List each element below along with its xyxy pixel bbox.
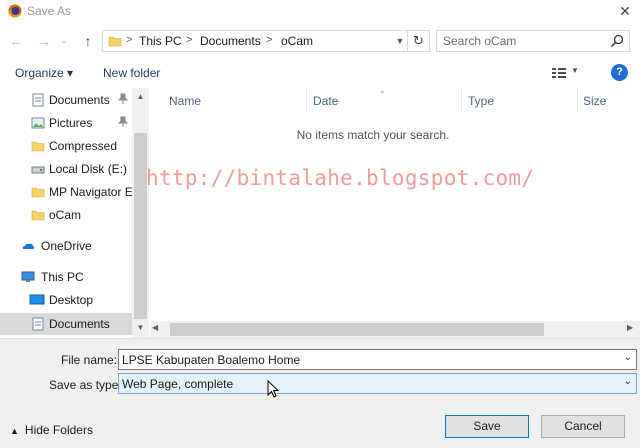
column-header-name[interactable]: Name [169, 94, 201, 108]
chevron-up-icon: ▲ [10, 426, 19, 436]
navigation-pane: Documents Pictures Compressed Local Disk… [0, 88, 149, 338]
search-box[interactable] [436, 30, 630, 52]
sidebar-scrollbar-thumb[interactable] [134, 133, 147, 319]
scroll-left-icon[interactable]: ◀ [152, 323, 158, 332]
save-button[interactable]: Save [445, 415, 529, 438]
save-as-type-label: Save as type: [49, 378, 122, 392]
folder-icon [31, 210, 45, 221]
onedrive-icon [22, 243, 35, 249]
scroll-right-icon[interactable]: ▶ [627, 323, 633, 332]
firefox-icon [8, 4, 22, 18]
sidebar-item-label: MP Navigator EX [49, 185, 141, 199]
search-input[interactable] [443, 34, 603, 48]
window-title: Save As [27, 4, 72, 18]
forward-button[interactable]: → [35, 32, 53, 50]
documents-icon [32, 317, 44, 331]
column-header-type[interactable]: Type [468, 94, 494, 108]
breadcrumb-documents[interactable]: Documents [200, 34, 261, 48]
save-as-type-select[interactable]: Web Page, complete ⌄ [118, 373, 637, 394]
folder-icon [31, 141, 45, 152]
sidebar-item-label: Pictures [49, 116, 93, 130]
command-bar [0, 60, 640, 86]
save-as-type-value: Web Page, complete [122, 377, 234, 391]
breadcrumb-separator: > [126, 34, 133, 46]
close-button[interactable]: ✕ [616, 2, 634, 20]
sidebar-item-mp-navigator[interactable]: MP Navigator EX [0, 181, 141, 203]
sidebar-item-compressed[interactable]: Compressed [0, 135, 132, 157]
pin-icon[interactable] [118, 116, 128, 128]
view-options-icon[interactable] [551, 66, 567, 80]
view-dropdown-icon[interactable]: ▼ [571, 66, 579, 75]
sidebar-item-this-pc[interactable]: This PC [0, 266, 132, 288]
address-dropdown-button[interactable]: ▼ [392, 30, 408, 52]
sidebar-item-ocam[interactable]: oCam [0, 204, 132, 226]
column-divider[interactable] [461, 88, 462, 112]
scroll-down-icon[interactable]: ▼ [132, 323, 149, 337]
hide-folders-label: Hide Folders [24, 423, 93, 437]
computer-icon [21, 271, 35, 282]
sidebar-item-label: Documents [49, 93, 110, 107]
sidebar-item-label: Documents [49, 317, 110, 331]
column-header-date[interactable]: Date [313, 94, 338, 108]
title-bar [0, 0, 640, 24]
sidebar-item-documents[interactable]: Documents [0, 313, 132, 335]
sidebar-item-documents-quick[interactable]: Documents [0, 89, 132, 111]
back-button[interactable]: ← [7, 32, 25, 50]
filename-label: File name: [61, 353, 118, 367]
hide-folders-button[interactable]: ▲ Hide Folders [10, 423, 93, 437]
drive-icon [31, 166, 45, 174]
help-icon[interactable]: ? [611, 64, 628, 81]
sidebar-item-label: Local Disk (E:) [49, 162, 128, 176]
empty-state-message: No items match your search. [296, 128, 450, 142]
pictures-icon [31, 117, 45, 129]
breadcrumb-separator: > [186, 34, 193, 46]
new-folder-button[interactable]: New folder [103, 66, 160, 80]
sidebar-item-label: oCam [49, 208, 82, 222]
sidebar-item-label: OneDrive [41, 239, 92, 253]
file-list[interactable] [150, 88, 640, 338]
organize-menu[interactable]: Organize ▾ [15, 66, 73, 80]
search-icon[interactable] [609, 33, 625, 49]
chevron-down-icon[interactable]: ⌄ [624, 352, 632, 363]
folder-icon [31, 187, 45, 198]
chevron-down-icon[interactable]: ⌄ [624, 376, 632, 387]
sidebar-item-label: Desktop [49, 293, 94, 307]
sort-caret-icon: ⌄ [379, 86, 386, 95]
scroll-up-icon[interactable]: ▲ [132, 92, 149, 106]
sidebar-item-label: This PC [41, 270, 84, 284]
filename-field[interactable]: LPSE Kabupaten Boalemo Home ⌄ [118, 349, 637, 370]
recent-locations-button[interactable]: ⌄ [58, 32, 70, 50]
desktop-icon [29, 294, 45, 305]
sidebar-item-local-disk[interactable]: Local Disk (E:) [0, 158, 132, 180]
address-bar[interactable]: > This PC > Documents > oCam [102, 30, 408, 52]
breadcrumb-ocam[interactable]: oCam [281, 34, 313, 48]
sidebar-item-pictures[interactable]: Pictures [0, 112, 132, 134]
sidebar-item-desktop[interactable]: Desktop [0, 289, 132, 311]
sidebar-item-label: Compressed [49, 139, 118, 153]
filename-input[interactable]: LPSE Kabupaten Boalemo Home [122, 353, 300, 367]
cancel-button[interactable]: Cancel [541, 415, 625, 438]
breadcrumb-this-pc[interactable]: This PC [139, 34, 182, 48]
up-button[interactable]: ↑ [79, 32, 97, 50]
breadcrumb-separator: > [266, 34, 273, 46]
sidebar-item-onedrive[interactable]: OneDrive [0, 235, 132, 257]
column-divider[interactable] [577, 88, 578, 112]
pin-icon[interactable] [118, 93, 128, 105]
mouse-cursor-icon [267, 380, 280, 398]
folder-icon [108, 36, 122, 47]
refresh-button[interactable]: ↻ [408, 30, 430, 52]
column-divider[interactable] [306, 88, 307, 112]
column-header-size[interactable]: Size [583, 94, 606, 108]
horizontal-scrollbar-thumb[interactable] [170, 323, 544, 336]
watermark-text: http://bintalahe.blogspot.com/ [146, 166, 535, 190]
documents-icon [32, 93, 44, 107]
